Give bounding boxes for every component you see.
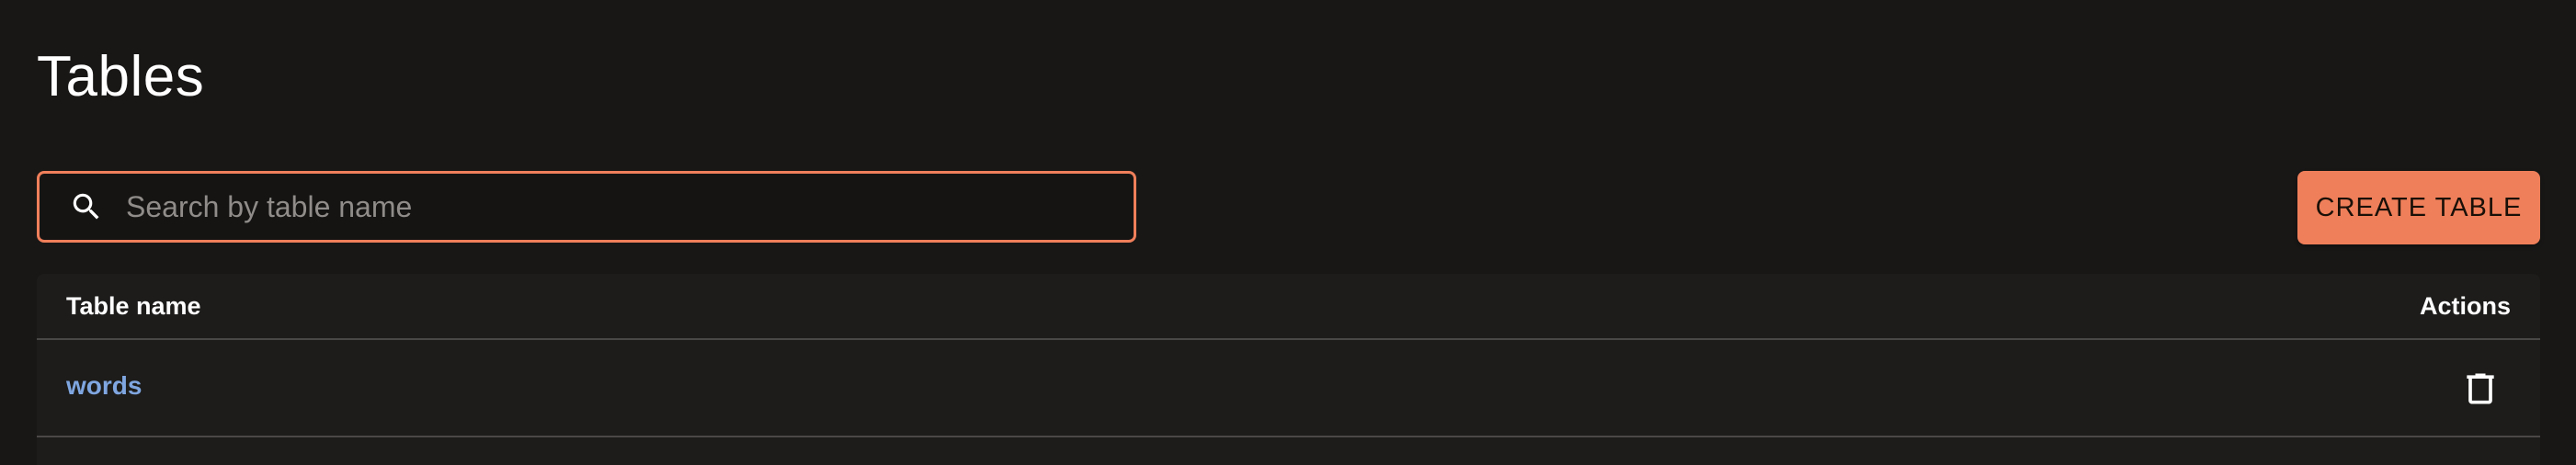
table-row: words [37,340,2540,437]
table-header: Table name Actions [37,274,2540,340]
table-name-link[interactable]: words [66,371,142,401]
search-icon [67,187,106,226]
search-box[interactable] [37,171,1136,243]
create-table-button[interactable]: CREATE TABLE [2297,171,2540,244]
tables-page: Tables CREATE TABLE Table name Actions w… [0,0,2576,465]
delete-table-button[interactable] [2456,364,2505,414]
search-input[interactable] [126,179,1134,234]
column-header-actions: Actions [2419,292,2511,320]
page-title: Tables [37,45,205,108]
column-header-table-name[interactable]: Table name [66,292,201,321]
tables-table: Table name Actions words [37,274,2540,465]
delete-icon [2460,369,2501,409]
